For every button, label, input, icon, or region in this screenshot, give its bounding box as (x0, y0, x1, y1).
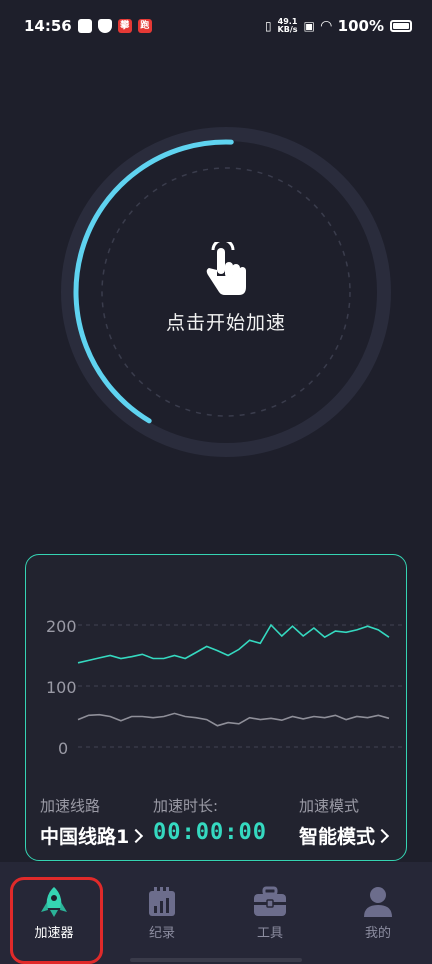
nav-label: 纪录 (148, 926, 175, 941)
mode-value-row: 智能模式 (299, 822, 390, 849)
stats-card: 200 100 0 加速线路 中国线路1 加速时长: 00:00:00 加速模式… (25, 554, 407, 861)
mode-value: 智能模式 (299, 826, 376, 848)
mail-icon (77, 19, 92, 33)
nav-item-tools[interactable]: 工具 (216, 862, 324, 964)
nav-item-records[interactable]: 纪录 (108, 862, 216, 964)
stats-info-row: 加速线路 中国线路1 加速时长: 00:00:00 加速模式 智能模式 (26, 795, 406, 855)
person-icon (364, 887, 392, 917)
nav-label: 我的 (364, 926, 391, 941)
wifi-icon: ◠ (320, 18, 332, 34)
route-value-row: 中国线路1 (40, 822, 144, 849)
sim-off-icon: ▣ (303, 19, 315, 33)
nav-item-accelerator[interactable]: 加速器 (0, 862, 108, 964)
app-badge-icon: 攀 (117, 19, 132, 33)
calendar-chart-icon (149, 887, 175, 916)
net-speed: 49.1 KB/s (278, 18, 298, 34)
chart-series-line-0 (77, 623, 390, 664)
route-label: 加速线路 (40, 797, 101, 815)
mode-label: 加速模式 (299, 797, 360, 815)
status-time: 14:56 (24, 17, 72, 35)
net-speed-unit: KB/s (277, 25, 298, 34)
chevron-right-icon (374, 828, 390, 843)
home-indicator (130, 958, 302, 962)
start-accelerate-label: 点击开始加速 (165, 311, 286, 334)
bottom-nav: 加速器 纪录 工具 我的 (0, 862, 432, 964)
route-info[interactable]: 加速线路 中国线路1 (40, 795, 144, 849)
latency-chart (77, 623, 406, 748)
app-badge-icon: 跑 (137, 19, 152, 33)
duration-value: 00:00:00 (153, 820, 267, 845)
battery-percent: 100% (337, 17, 384, 35)
chart-series-line-1 (77, 712, 390, 727)
duration-label: 加速时长: (153, 797, 219, 815)
y-tick-label: 200 (46, 617, 77, 636)
accelerate-dial: 点击开始加速 (58, 124, 394, 460)
toolbox-icon (254, 886, 286, 916)
rocket-icon (41, 887, 67, 917)
start-accelerate-button[interactable]: 点击开始加速 (98, 164, 354, 420)
battery-icon (390, 20, 412, 32)
duration-info: 加速时长: 00:00:00 (153, 795, 267, 845)
tap-hand-icon (206, 241, 246, 295)
chevron-right-icon (129, 828, 144, 843)
nav-label: 加速器 (34, 926, 74, 941)
shield-icon (97, 19, 112, 33)
status-right: ▯ 49.1 KB/s ▣ ◠ 100% (265, 17, 412, 35)
mode-info[interactable]: 加速模式 智能模式 (299, 795, 390, 849)
status-left: 14:56 攀 跑 (24, 17, 152, 35)
y-tick-label: 0 (58, 739, 69, 758)
y-tick-label: 100 (46, 678, 77, 697)
nav-label: 工具 (256, 926, 283, 941)
route-value: 中国线路1 (40, 826, 130, 848)
status-bar: 14:56 攀 跑 ▯ 49.1 KB/s ▣ ◠ 100% (0, 0, 432, 52)
nav-item-profile[interactable]: 我的 (324, 862, 432, 964)
vibrate-icon: ▯ (264, 19, 272, 33)
